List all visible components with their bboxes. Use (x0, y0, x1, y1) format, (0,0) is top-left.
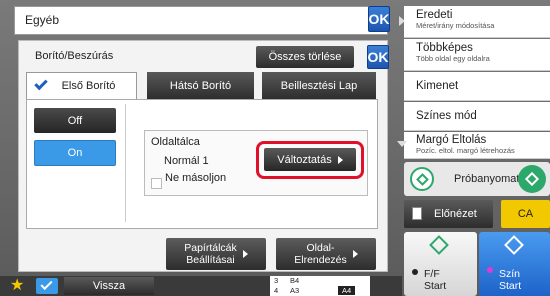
color-start-line2: Start (499, 280, 522, 292)
bw-start-line2: Start (424, 280, 447, 292)
paper-tray-settings-label: Papírtálcák Beállításai (184, 242, 237, 266)
bw-start-button[interactable]: F/F Start (404, 232, 477, 296)
arrow-right-icon (352, 250, 358, 258)
tab-back-cover-label: Hátsó Borító (169, 79, 232, 92)
color-start-diamond-icon (504, 235, 524, 255)
menu-color-mode[interactable]: Színes mód (404, 102, 550, 131)
copy-screen: Egyéb OK Borító/Beszúrás Összes törlése … (0, 0, 550, 296)
bw-dot-icon (412, 269, 418, 275)
tray-status-size-1: B4 (290, 276, 300, 285)
checkmark-button[interactable] (36, 277, 58, 294)
bw-start-diamond-icon (429, 235, 449, 255)
color-start-line1: Szín (499, 268, 521, 280)
tab-first-cover-label: Első Borító (61, 80, 116, 92)
tray-status: 3 B4 4 A3 A4 (270, 276, 370, 296)
tray-status-size-2: A3 (290, 286, 300, 295)
green-diamond-icon (410, 167, 434, 191)
menu-margin-shift-sub: Pozíc. eltol. margó létrehozás (416, 146, 515, 155)
scroll-down-icon[interactable] (397, 141, 407, 147)
arrow-right-icon (242, 250, 248, 258)
menu-output[interactable]: Kimenet (404, 72, 550, 101)
off-label: Off (67, 114, 83, 127)
preview-copy-label: Próbanyomat (454, 173, 520, 185)
arrow-right-icon (337, 155, 343, 164)
no-copy-checkbox[interactable] (151, 178, 162, 189)
on-label: On (67, 147, 83, 159)
color-dot-icon (487, 267, 493, 273)
menu-original-sub: Méret/irány módosítása (416, 21, 495, 30)
top-ok-button[interactable]: OK (368, 6, 390, 32)
tray-status-num-1: 3 (274, 276, 279, 285)
paper-size-label: A4 (338, 286, 356, 295)
bw-start-line1: F/F (424, 268, 440, 280)
preview-label: Előnézet (434, 208, 477, 220)
ca-button[interactable]: CA (501, 200, 550, 228)
color-start-button[interactable]: Szín Start (479, 232, 550, 296)
paper-tray-settings-button[interactable]: Papírtálcák Beállításai (166, 238, 266, 270)
tab-insert-sheet[interactable]: Beillesztési Lap (262, 72, 376, 99)
tab-back-cover[interactable]: Hátsó Borító (147, 72, 254, 99)
preview-button[interactable]: Előnézet (404, 200, 493, 228)
on-button[interactable]: On (34, 140, 116, 166)
tray-status-num-2: 4 (274, 286, 279, 295)
menu-margin-shift[interactable]: Margó Eltolás Pozíc. eltol. margó létreh… (404, 132, 550, 159)
document-icon (412, 207, 422, 220)
star-icon[interactable]: ★ (10, 276, 24, 296)
no-copy-label: Ne másoljon (165, 172, 227, 184)
off-button[interactable]: Off (34, 108, 116, 133)
menu-margin-shift-title: Margó Eltolás (416, 134, 487, 146)
menu-color-mode-title: Színes mód (416, 110, 477, 122)
check-icon (34, 76, 48, 91)
preview-copy-button[interactable]: Próbanyomat (404, 162, 550, 196)
back-button[interactable]: Vissza (64, 277, 154, 295)
top-title: Egyéb (25, 13, 60, 27)
dialog-title: Borító/Beszúrás (35, 50, 114, 62)
dialog-ok-button[interactable]: OK (367, 45, 389, 69)
top-title-bar (14, 6, 388, 35)
menu-original[interactable]: Eredeti Méret/irány módosítása (404, 6, 550, 38)
checkmark-icon (40, 277, 53, 291)
green-circle-icon (518, 165, 546, 193)
menu-multiimage-sub: Több oldal egy oldalra (416, 54, 490, 63)
menu-output-title: Kimenet (416, 80, 459, 92)
page-layout-button[interactable]: Oldal- Elrendezés (276, 238, 376, 270)
change-button[interactable]: Változtatás (264, 148, 356, 171)
tray-line1: Oldaltálca (151, 136, 200, 148)
clear-all-label: Összes törlése (268, 51, 342, 63)
clear-all-button[interactable]: Összes törlése (256, 46, 354, 68)
tab-first-cover[interactable]: Első Borító (26, 72, 137, 99)
ca-label: CA (517, 208, 534, 220)
tray-line2: Normál 1 (164, 155, 209, 167)
menu-multiimage-title: Többképes (416, 42, 473, 54)
back-label: Vissza (92, 280, 126, 292)
change-label: Változtatás (277, 153, 332, 166)
content-divider (125, 104, 126, 222)
menu-multiimage[interactable]: Többképes Több oldal egy oldalra (404, 39, 550, 71)
page-layout-label: Oldal- Elrendezés (294, 242, 347, 266)
tab-insert-sheet-label: Beillesztési Lap (280, 79, 358, 92)
menu-original-title: Eredeti (416, 9, 453, 21)
